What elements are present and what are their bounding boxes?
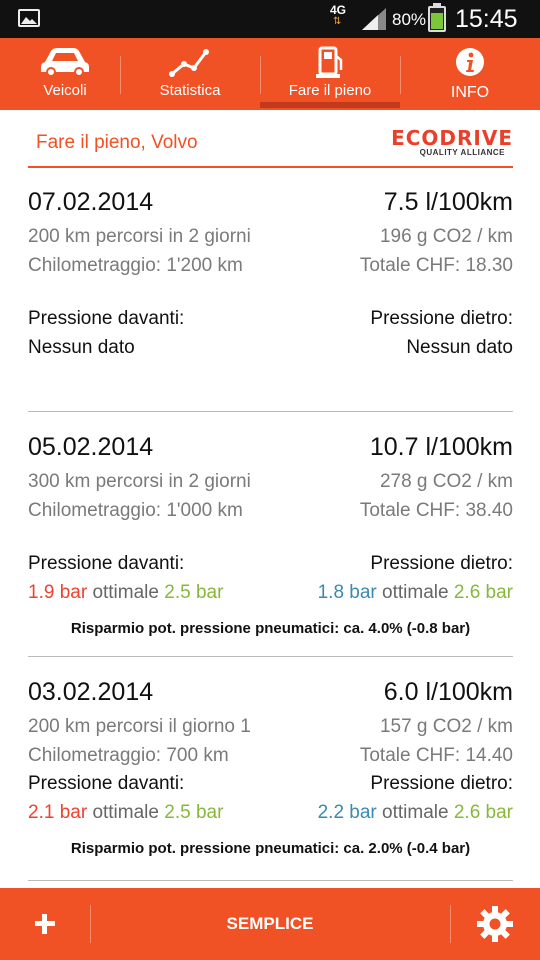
front-pressure-value: 1.9 bar ottimale 2.5 bar [28, 582, 223, 604]
rear-pressure-optimal: 2.6 bar [453, 802, 513, 823]
saving-potential: Risparmio pot. pressione pneumatici: ca.… [70, 620, 471, 637]
tab-info[interactable]: INFO [405, 38, 535, 110]
refuel-date: 03.02.2014 [28, 678, 154, 706]
settings-button[interactable] [450, 888, 540, 960]
gallery-notification-icon [18, 9, 40, 27]
data-activity-icon: ⇅ [333, 16, 342, 27]
co2: 157 g CO2 / km [379, 716, 513, 737]
front-pressure-label: Pressione davanti: [28, 308, 185, 329]
mode-toggle-button[interactable]: SEMPLICE [90, 888, 450, 960]
co2: 278 g CO2 / km [379, 471, 513, 492]
front-pressure-actual: 2.1 bar [28, 802, 88, 823]
ecodrive-logo: ECODRIVE QUALITY ALLIANCE [363, 126, 513, 158]
saving-potential: Risparmio pot. pressione pneumatici: ca.… [70, 840, 471, 857]
tab-fare-il-pieno[interactable]: Fare il pieno [265, 38, 395, 110]
rear-pressure-actual: 1.8 bar [317, 582, 377, 603]
mileage: Chilometraggio: 1'000 km [28, 500, 243, 521]
rear-pressure-actual: 2.2 bar [317, 802, 377, 823]
total-cost: Totale CHF: 14.40 [359, 745, 513, 766]
list-item[interactable]: 05.02.2014 10.7 l/100km 300 km percorsi … [28, 433, 513, 653]
tab-veicoli[interactable]: Veicoli [0, 38, 130, 110]
signal-icon [362, 8, 386, 30]
total-cost: Totale CHF: 38.40 [359, 500, 513, 521]
tab-statistica[interactable]: Statistica [125, 38, 255, 110]
front-pressure-actual: 1.9 bar [28, 582, 88, 603]
distance: 300 km percorsi in 2 giorni [28, 471, 251, 492]
distance: 200 km percorsi il giorno 1 [28, 716, 251, 737]
front-pressure-label: Pressione davanti: [28, 553, 185, 574]
mileage: Chilometraggio: 700 km [28, 745, 229, 766]
total-cost: Totale CHF: 18.30 [359, 255, 513, 276]
refuel-list[interactable]: Fare il pieno, Volvo ECODRIVE QUALITY AL… [0, 110, 540, 888]
rear-pressure-label: Pressione dietro: [370, 553, 513, 574]
optimal-word: ottimale [382, 802, 449, 823]
status-bar: 4G ⇅ 80% 15:45 [0, 0, 540, 38]
tab-divider [120, 56, 121, 94]
optimal-word: ottimale [92, 582, 159, 603]
tab-label: Fare il pieno [288, 82, 372, 99]
tab-label: INFO [450, 84, 490, 101]
tab-divider [260, 56, 261, 94]
front-pressure-optimal: 2.5 bar [164, 802, 224, 823]
logo-main-text: ECODRIVE [391, 126, 513, 150]
rear-pressure-label: Pressione dietro: [370, 773, 513, 794]
front-pressure-optimal: 2.5 bar [164, 582, 224, 603]
chart-line-icon [169, 49, 209, 77]
rear-pressure-optimal: 2.6 bar [453, 582, 513, 603]
front-pressure-value: 2.1 bar ottimale 2.5 bar [28, 802, 223, 824]
rear-pressure-value: Nessun dato [406, 337, 513, 358]
rear-pressure-label: Pressione dietro: [370, 308, 513, 329]
co2: 196 g CO2 / km [379, 226, 513, 247]
logo-sub-text: QUALITY ALLIANCE [419, 148, 505, 157]
distance: 200 km percorsi in 2 giorni [28, 226, 251, 247]
top-tab-bar: Veicoli Statistica Fare il pieno INFO [0, 38, 540, 110]
network-type: 4G [330, 3, 347, 17]
bottom-action-bar: SEMPLICE [0, 888, 540, 960]
active-tab-indicator [260, 102, 400, 108]
page-title: Fare il pieno, Volvo [36, 132, 198, 153]
divider [28, 656, 513, 657]
divider [28, 880, 513, 881]
consumption: 10.7 l/100km [369, 433, 513, 461]
clock: 15:45 [455, 5, 518, 33]
info-icon [456, 48, 484, 76]
front-pressure-value: Nessun dato [28, 337, 135, 358]
refuel-date: 07.02.2014 [28, 188, 154, 216]
consumption: 6.0 l/100km [383, 678, 513, 706]
battery-level-fill [431, 13, 443, 29]
front-pressure-label: Pressione davanti: [28, 773, 185, 794]
rear-pressure-value: 2.2 bar ottimale 2.6 bar [318, 802, 513, 824]
battery-percent: 80% [392, 10, 427, 29]
refuel-date: 05.02.2014 [28, 433, 154, 461]
car-icon [41, 48, 89, 77]
mileage: Chilometraggio: 1'200 km [28, 255, 243, 276]
add-refuel-button[interactable] [0, 888, 90, 960]
divider [28, 411, 513, 412]
optimal-word: ottimale [92, 802, 159, 823]
tab-divider [400, 56, 401, 94]
consumption: 7.5 l/100km [383, 188, 513, 216]
battery-icon [428, 3, 446, 32]
list-item[interactable]: 03.02.2014 6.0 l/100km 200 km percorsi i… [28, 678, 513, 878]
rear-pressure-value: 1.8 bar ottimale 2.6 bar [318, 582, 513, 604]
tab-label: Veicoli [43, 82, 87, 99]
tab-label: Statistica [159, 82, 221, 99]
list-header: Fare il pieno, Volvo ECODRIVE QUALITY AL… [28, 110, 513, 168]
gear-icon [477, 906, 513, 942]
optimal-word: ottimale [382, 582, 449, 603]
list-item[interactable]: 07.02.2014 7.5 l/100km 200 km percorsi i… [28, 188, 513, 408]
fuel-pump-icon [316, 46, 343, 78]
